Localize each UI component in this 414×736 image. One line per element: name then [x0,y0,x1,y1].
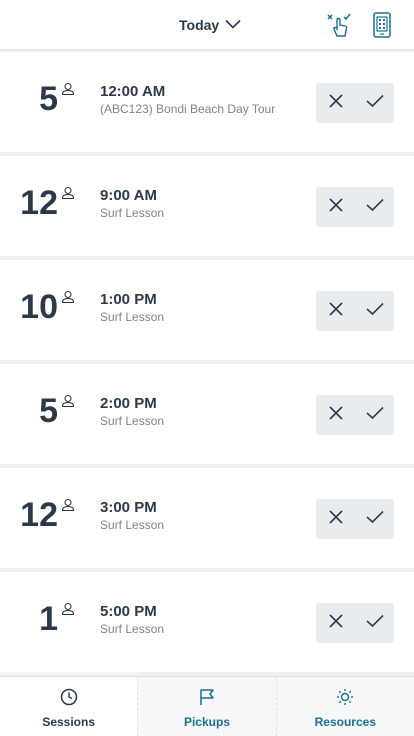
participant-count: 1 [39,600,58,638]
check-icon [365,198,384,217]
session-actions [316,291,394,331]
session-description: Surf Lesson [100,206,165,220]
check-icon [365,302,384,321]
confirm-button[interactable] [355,499,394,539]
participant-count: 12 [20,184,58,222]
session-card[interactable]: 12 9:00 AM Surf Lesson [0,156,414,256]
close-icon [328,197,343,217]
nav-sessions-label: Sessions [42,715,96,729]
flag-icon [198,688,216,711]
session-time: 9:00 AM [100,187,157,204]
check-icon [365,94,384,113]
session-description: (ABC123) Bondi Beach Day Tour [100,102,276,116]
confirm-button[interactable] [355,395,394,435]
chevron-down-icon [225,16,241,34]
date-selector[interactable]: Today [179,14,241,36]
person-icon [61,290,75,304]
person-icon [61,82,75,96]
clock-icon [60,688,78,711]
top-bar: Today [0,0,414,50]
scanner-icon[interactable] [368,11,396,39]
confirm-button[interactable] [355,83,394,123]
nav-resources[interactable]: Resources [275,677,414,736]
session-description: Surf Lesson [100,310,165,324]
session-time: 1:00 PM [100,291,157,308]
reject-button[interactable] [316,395,355,435]
close-icon [328,301,343,321]
nav-resources-label: Resources [314,715,376,729]
reject-button[interactable] [316,499,355,539]
bulk-checkin-icon[interactable] [325,11,353,39]
session-time: 2:00 PM [100,395,157,412]
session-actions [316,603,394,643]
participant-count: 10 [20,288,58,326]
confirm-button[interactable] [355,603,394,643]
nav-pickups-label: Pickups [183,715,230,729]
session-actions [316,499,394,539]
close-icon [328,613,343,633]
session-time: 12:00 AM [100,83,166,100]
reject-button[interactable] [316,603,355,643]
session-actions [316,83,394,123]
check-icon [365,406,384,425]
session-card[interactable]: 1 5:00 PM Surf Lesson [0,572,414,672]
sun-icon [336,688,354,711]
check-icon [365,510,384,529]
participant-count: 5 [39,392,58,430]
reject-button[interactable] [316,291,355,331]
person-icon [61,394,75,408]
reject-button[interactable] [316,187,355,227]
bottom-nav: Sessions Pickups Resources [0,676,414,736]
session-description: Surf Lesson [100,518,165,532]
participant-count: 12 [20,496,58,534]
session-description: Surf Lesson [100,414,165,428]
person-icon [61,602,75,616]
session-actions [316,187,394,227]
session-time: 5:00 PM [100,603,157,620]
close-icon [328,509,343,529]
session-card[interactable]: 10 1:00 PM Surf Lesson [0,260,414,360]
confirm-button[interactable] [355,187,394,227]
session-card[interactable]: 5 12:00 AM (ABC123) Bondi Beach Day Tour [0,52,414,152]
person-icon [61,498,75,512]
reject-button[interactable] [316,83,355,123]
date-label: Today [179,17,220,33]
session-time: 3:00 PM [100,499,157,516]
nav-pickups[interactable]: Pickups [137,677,275,736]
nav-sessions[interactable]: Sessions [0,677,138,736]
confirm-button[interactable] [355,291,394,331]
session-card[interactable]: 5 2:00 PM Surf Lesson [0,364,414,464]
session-description: Surf Lesson [100,622,165,636]
session-card[interactable]: 12 3:00 PM Surf Lesson [0,468,414,568]
session-actions [316,395,394,435]
participant-count: 5 [39,80,58,118]
check-icon [365,614,384,633]
close-icon [328,93,343,113]
close-icon [328,405,343,425]
person-icon [61,186,75,200]
